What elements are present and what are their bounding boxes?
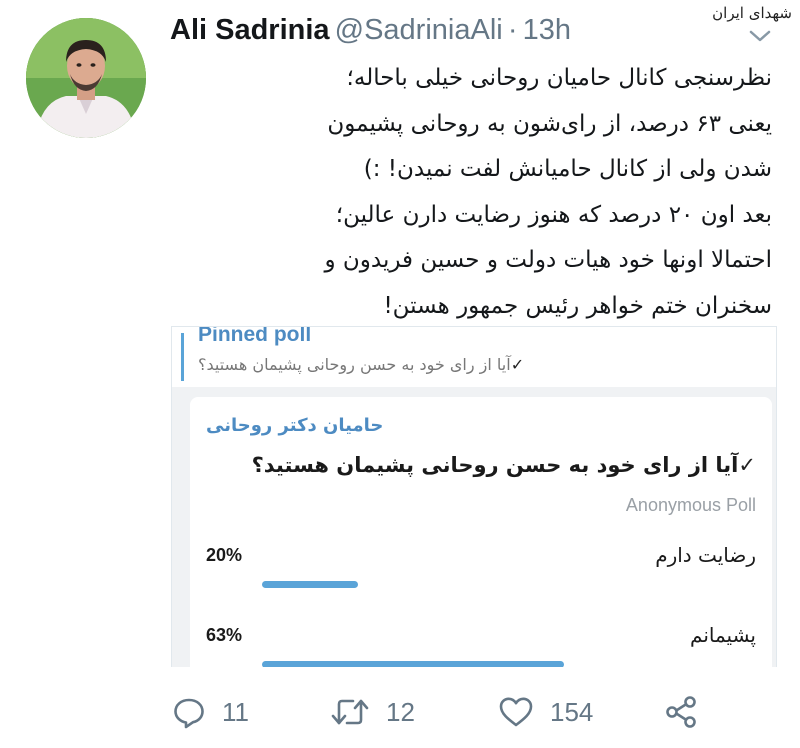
avatar-photo: [26, 18, 146, 138]
heart-icon: [499, 697, 533, 727]
poll-option-bar: [262, 661, 564, 667]
header-separator: ·: [507, 14, 518, 46]
reply-button[interactable]: 11: [172, 690, 249, 734]
chevron-down-icon[interactable]: [748, 26, 772, 46]
reply-count: 11: [222, 696, 249, 727]
avatar[interactable]: [26, 18, 146, 138]
check-icon: ✓: [510, 355, 525, 374]
tweet-text: نظرسنجی کانال حامیان روحانی خیلی باحاله؛…: [172, 56, 772, 329]
tweet-header: Ali Sadrinia @SadriniaAli · 13h: [170, 14, 760, 54]
poll-option-percent: 63%: [206, 625, 243, 645]
retweet-icon: [331, 699, 369, 725]
poll-option-label: پشیمانم: [690, 623, 756, 647]
share-icon: [666, 696, 696, 728]
pinned-title: Pinned poll: [198, 326, 312, 346]
tweet-text-line: بعد اون ۲۰ درصد که هنوز رضایت دارن عالین…: [335, 201, 772, 228]
poll-option-label: رضایت دارم: [655, 543, 756, 567]
retweet-count: 12: [386, 696, 415, 727]
pinned-poll-bar: Pinned poll ✓آیا از رای خود به حسن روحان…: [172, 327, 776, 387]
attached-image[interactable]: Pinned poll ✓آیا از رای خود به حسن روحان…: [171, 326, 777, 667]
pinned-question-text: آیا از رای خود به حسن روحانی پشیمان هستی…: [198, 355, 511, 374]
poll-type: Anonymous Poll: [625, 495, 756, 515]
poll-option: 63% پشیمانم: [206, 623, 756, 667]
tweet-card: شهدای ایران Ali Sadrinia @SadriniaAli · …: [0, 0, 800, 748]
like-button[interactable]: 154: [498, 690, 593, 734]
poll-card: حامیان دکتر روحانی ✓آیا از رای خود به حس…: [190, 397, 772, 667]
tweet-text-line: شدن ولی از کانال حامیانش لفت نمیدن! :): [363, 156, 772, 182]
tweet-text-line: سخنران ختم خواهر رئیس جمهور هستن!: [383, 292, 772, 319]
share-button[interactable]: [664, 690, 698, 734]
poll-option: 20% رضایت دارم: [206, 543, 756, 605]
poll-question: ✓آیا از رای خود به حسن روحانی پشیمان هست…: [252, 453, 756, 477]
reply-icon: [174, 698, 204, 729]
author-handle[interactable]: @SadriniaAli: [335, 14, 503, 46]
poll-question-text: آیا از رای خود به حسن روحانی پشیمان هستی…: [251, 453, 739, 477]
tweet-actions: 11 12 154: [170, 690, 730, 734]
poll-option-percent: 20%: [206, 545, 243, 565]
tweet-text-line: احتمالا اونها خود هیات دولت و حسین فریدو…: [324, 247, 772, 273]
like-count: 154: [550, 696, 594, 727]
tweet-time[interactable]: 13h: [523, 14, 571, 46]
poll-option-bar: [262, 581, 358, 588]
retweet-button[interactable]: 12: [330, 690, 415, 734]
author-name[interactable]: Ali Sadrinia: [170, 14, 330, 46]
pinned-question: ✓آیا از رای خود به حسن روحانی پشیمان هست…: [198, 355, 524, 374]
check-icon: ✓: [738, 453, 756, 477]
tweet-text-line: یعنی ۶۳ درصد، از رای‌شون به روحانی پشیمو…: [327, 110, 772, 137]
tweet-text-line: نظرسنجی کانال حامیان روحانی خیلی باحاله؛: [346, 65, 772, 91]
channel-name: حامیان دکتر روحانی: [206, 415, 384, 436]
pinned-accent-bar: [181, 333, 184, 381]
